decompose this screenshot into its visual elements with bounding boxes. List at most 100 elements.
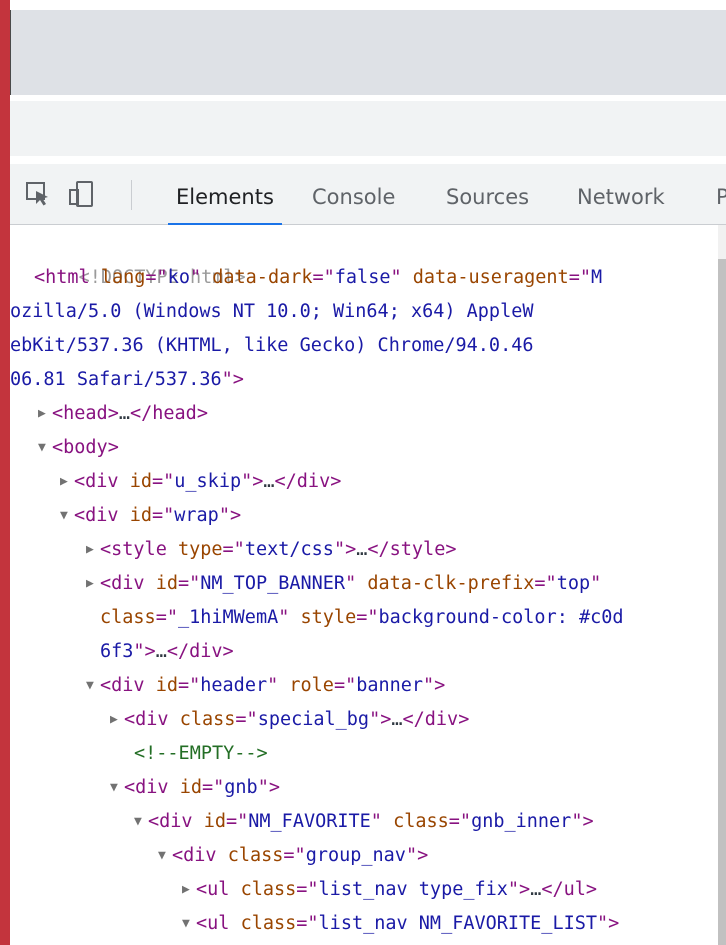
tag-name: html <box>45 267 90 288</box>
attr-value: list_nav type_fix <box>318 879 508 900</box>
attr-value: list_nav NM_FAVORITE_LIST <box>318 913 597 934</box>
left-accent-bar <box>0 0 10 945</box>
devtools-toolbar: Elements Console Sources Network P <box>10 164 726 225</box>
top-banner-node[interactable]: ▶ <div id="NM_TOP_BANNER" data-clk-prefix… <box>86 567 601 601</box>
browser-tab-strip <box>10 10 726 95</box>
attr-value: header <box>200 675 268 696</box>
attr-name: id <box>129 505 152 526</box>
collapse-triangle-icon[interactable]: ▼ <box>110 771 124 805</box>
list-nav-fix-node[interactable]: ▶ <ul class="list_nav type_fix">…</ul> <box>182 873 597 907</box>
expand-triangle-icon[interactable]: ▶ <box>86 567 100 601</box>
tab-overflow[interactable]: P <box>708 164 726 224</box>
device-toolbar-icon[interactable] <box>68 180 96 208</box>
attr-value: 6f3 <box>100 641 134 662</box>
tag-name: div <box>111 675 145 696</box>
top-banner-node-wrap: class="_1hiMWemA" style="background-colo… <box>100 607 624 628</box>
special-bg-node[interactable]: ▶ <div class="special_bg">…</div> <box>110 703 469 737</box>
tag-name: ul <box>207 879 230 900</box>
favorite-node[interactable]: ▼ <div id="NM_FAVORITE" class="gnb_inner"… <box>134 805 594 839</box>
tag-name: style <box>111 539 167 560</box>
toolbar-separator <box>131 180 132 210</box>
tag-name: div <box>296 471 331 492</box>
attr-value: text/css <box>244 539 334 560</box>
u-skip-node[interactable]: ▶ <div id="u_skip">…</div> <box>60 465 341 499</box>
attr-value: gnb <box>224 777 258 798</box>
collapse-triangle-icon[interactable]: ▼ <box>134 805 148 839</box>
attr-value: gnb_inner <box>471 811 572 832</box>
expand-triangle-icon[interactable]: ▶ <box>38 397 52 431</box>
collapse-triangle-icon[interactable]: ▼ <box>38 431 52 465</box>
attr-value: banner <box>356 675 424 696</box>
tag-name: div <box>159 811 193 832</box>
tag-name: div <box>85 471 119 492</box>
collapse-triangle-icon[interactable]: ▼ <box>86 669 100 703</box>
attr-value: background-color: #c0d <box>378 607 624 628</box>
tag-name: style <box>389 539 446 560</box>
attr-name: data-useragent <box>412 267 569 288</box>
body-node[interactable]: ▼ <body> <box>38 431 119 465</box>
collapse-triangle-icon[interactable]: ▼ <box>182 907 196 941</box>
tag-name: ul <box>207 913 230 934</box>
useragent-part-2: ozilla/5.0 (Windows NT 10.0; Win64; x64)… <box>10 301 534 322</box>
doctype-node[interactable]: <!DOCTYPE html> <box>34 227 246 288</box>
collapse-triangle-icon[interactable]: ▼ <box>158 839 172 873</box>
head-node[interactable]: ▶ <head>…</head> <box>38 397 208 431</box>
expand-triangle-icon[interactable]: ▶ <box>60 465 74 499</box>
attr-name: data-clk-prefix <box>367 573 535 594</box>
tag-name: ul <box>563 879 586 900</box>
tag-name: div <box>135 709 169 730</box>
tab-elements[interactable]: Elements <box>168 164 282 225</box>
tag-name: head <box>63 403 108 424</box>
attr-name: type <box>177 539 223 560</box>
elements-tree: <!DOCTYPE html> <html lang="ko" data-dar… <box>10 225 726 945</box>
scrollbar-thumb[interactable] <box>718 259 726 945</box>
html-node[interactable]: <html lang="ko" data-dark="false" data-u… <box>34 261 602 295</box>
group-nav-node[interactable]: ▼ <div class="group_nav"> <box>158 839 428 873</box>
top-banner-node-wrap: 6f3">…</div> <box>100 641 234 662</box>
tab-network[interactable]: Network <box>569 164 673 224</box>
expand-triangle-icon[interactable]: ▶ <box>182 873 196 907</box>
wrap-node[interactable]: ▼ <div id="wrap"> <box>60 499 241 533</box>
tag-name: div <box>424 709 459 730</box>
attr-value: false <box>334 267 391 288</box>
collapse-triangle-icon[interactable]: ▼ <box>60 499 74 533</box>
expand-triangle-icon[interactable]: ▶ <box>86 533 100 567</box>
tag-name: div <box>135 777 169 798</box>
attr-value: wrap <box>174 505 219 526</box>
list-nav-favorite-node[interactable]: ▼ <ul class="list_nav NM_FAVORITE_LIST"> <box>182 907 619 941</box>
tab-console[interactable]: Console <box>304 164 403 224</box>
attr-value: ko <box>167 267 190 288</box>
tag-name: div <box>85 505 119 526</box>
attr-value: u_skip <box>174 471 242 492</box>
comment-node[interactable]: <!--EMPTY--> <box>134 737 268 771</box>
browser-address-bar <box>10 101 726 156</box>
useragent-part-1: M <box>590 267 603 288</box>
attr-name: lang <box>100 267 146 288</box>
tag-name: div <box>111 573 145 594</box>
style-node[interactable]: ▶ <style type="text/css">…</style> <box>86 533 456 567</box>
html-node-wrap: ozilla/5.0 (Windows NT 10.0; Win64; x64)… <box>10 295 533 329</box>
attr-name: data-dark <box>212 267 313 288</box>
useragent-part-4: 06.81 Safari/537.36 <box>10 369 222 390</box>
header-node[interactable]: ▼ <div id="header" role="banner"> <box>86 669 445 703</box>
comment-text: <!--EMPTY--> <box>134 743 268 764</box>
band-gap <box>10 156 726 164</box>
attr-value: NM_TOP_BANNER <box>200 573 346 594</box>
tag-name: div <box>183 845 217 866</box>
html-node-wrap: ebKit/537.36 (KHTML, like Gecko) Chrome/… <box>10 329 533 363</box>
useragent-part-3: ebKit/537.36 (KHTML, like Gecko) Chrome/… <box>10 335 534 356</box>
attr-value: top <box>556 573 591 594</box>
top-strip <box>10 0 726 10</box>
tab-sources[interactable]: Sources <box>438 164 537 224</box>
expand-triangle-icon[interactable]: ▶ <box>110 703 124 737</box>
attr-value: special_bg <box>257 709 370 730</box>
html-node-wrap: 06.81 Safari/537.36"> <box>10 369 244 390</box>
tag-name: head <box>152 403 197 424</box>
attr-value: _1hiMWemA <box>177 607 279 628</box>
attr-name: id <box>129 471 152 492</box>
tag-name: body <box>63 437 108 458</box>
tag-name: div <box>189 641 223 662</box>
gnb-node[interactable]: ▼ <div id="gnb"> <box>110 771 280 805</box>
inspect-element-icon[interactable] <box>24 180 52 208</box>
attr-value: group_nav <box>305 845 406 866</box>
